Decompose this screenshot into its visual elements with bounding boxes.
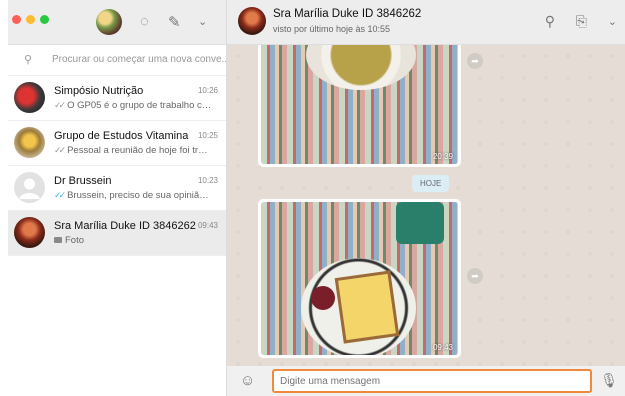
message-time: 09:43: [432, 343, 453, 352]
avatar: [14, 217, 45, 248]
chat-time: 10:26: [197, 86, 218, 95]
double-check-icon: ✓✓: [54, 100, 66, 110]
chat-preview-text: Pessoal a reunião de hoje foi transf...: [67, 145, 212, 156]
minimize-window-button[interactable]: [26, 15, 35, 24]
message-area: 20:39 ➦ HOJE 09:43 ➦: [227, 45, 625, 366]
chat-preview: Foto: [54, 235, 212, 246]
chevron-down-icon[interactable]: ⌄: [198, 15, 207, 28]
chat-item-dr-brussein[interactable]: Dr Brussein 10:23 ✓✓ Brussein, preciso de…: [8, 166, 226, 211]
avatar: [14, 82, 45, 113]
chat-time: 09:43: [197, 221, 218, 230]
avatar: [14, 127, 45, 158]
status-icon[interactable]: ◌: [140, 13, 149, 30]
double-check-icon: ✓✓: [54, 145, 66, 155]
chat-time: 10:25: [197, 131, 218, 140]
contact-name: Sra Marília Duke ID 3846262: [273, 8, 422, 20]
composer: ☺ 🎙: [227, 366, 625, 396]
search-bar[interactable]: ⚲ Procurar ou começar uma nova conve...: [8, 45, 230, 76]
my-profile-avatar[interactable]: [96, 9, 122, 35]
chat-preview-text: Brussein, preciso de sua opinião co...: [67, 190, 212, 201]
conversation-header[interactable]: Sra Marília Duke ID 3846262 visto por úl…: [227, 0, 625, 45]
message-time: 20:39: [432, 152, 453, 161]
chat-name: Simpósio Nutrição: [54, 85, 144, 97]
zoom-window-button[interactable]: [40, 15, 49, 24]
photo-message[interactable]: 09:43: [258, 199, 461, 358]
chat-name: Sra Marília Duke ID 3846262: [54, 220, 196, 232]
attach-icon[interactable]: ⎘: [576, 13, 587, 30]
cheese-toast-image: [334, 270, 400, 344]
conversation-panel: Sra Marília Duke ID 3846262 visto por úl…: [227, 0, 625, 396]
soup-bowl-image: [306, 45, 416, 90]
chat-item-marilia-duke[interactable]: Sra Marília Duke ID 3846262 09:43 Foto: [8, 211, 226, 256]
forward-icon[interactable]: ➦: [467, 53, 483, 69]
chat-name: Dr Brussein: [54, 175, 112, 187]
day-separator: HOJE: [412, 175, 450, 192]
search-input[interactable]: Procurar ou começar uma nova conve...: [52, 54, 230, 65]
contact-avatar[interactable]: [238, 7, 266, 35]
new-chat-icon[interactable]: ✎: [168, 13, 181, 31]
breakfast-photo[interactable]: 09:43: [261, 202, 458, 355]
chat-preview: ✓✓ Brussein, preciso de sua opinião co...: [54, 190, 212, 201]
close-window-button[interactable]: [12, 15, 21, 24]
chat-preview-text: Foto: [65, 235, 85, 246]
chat-list-panel: ◌ ✎ ⌄ ⚲ Procurar ou começar uma nova con…: [8, 0, 230, 396]
sidebar-header: ◌ ✎ ⌄: [8, 0, 226, 45]
camera-icon: [54, 237, 62, 244]
photo-message[interactable]: 20:39: [258, 45, 461, 167]
message-input-wrapper[interactable]: [272, 369, 592, 393]
chat-item-grupo-vitamina[interactable]: Grupo de Estudos Vitamina 10:25 ✓✓ Pessoa…: [8, 121, 226, 166]
chat-time: 10:23: [197, 176, 218, 185]
double-check-read-icon: ✓✓: [54, 190, 66, 200]
chevron-down-icon[interactable]: ⌄: [608, 15, 617, 28]
chat-name: Grupo de Estudos Vitamina: [54, 130, 189, 142]
plum-image: [311, 286, 335, 310]
chat-item-simposio[interactable]: Simpósio Nutrição 10:26 ✓✓ O GP05 é o gru…: [8, 76, 226, 121]
chat-preview: ✓✓ Pessoal a reunião de hoje foi transf..…: [54, 145, 212, 156]
last-seen-status: visto por último hoje às 10:55: [273, 24, 391, 34]
chat-preview: ✓✓ O GP05 é o grupo de trabalho com ...: [54, 100, 212, 111]
microphone-icon[interactable]: 🎙: [600, 372, 618, 389]
window-controls: [12, 15, 49, 24]
whatsapp-window: ◌ ✎ ⌄ ⚲ Procurar ou começar uma nova con…: [8, 0, 625, 396]
soup-bowl-photo[interactable]: 20:39: [261, 45, 458, 164]
forward-icon[interactable]: ➦: [467, 268, 483, 284]
search-icon: ⚲: [24, 54, 33, 66]
emoji-icon[interactable]: ☺: [240, 372, 255, 389]
search-icon[interactable]: ⚲: [545, 13, 555, 30]
default-avatar-icon: [14, 172, 45, 203]
message-input[interactable]: [274, 371, 590, 392]
chat-preview-text: O GP05 é o grupo de trabalho com ...: [67, 100, 212, 111]
mug-image: [396, 202, 444, 244]
